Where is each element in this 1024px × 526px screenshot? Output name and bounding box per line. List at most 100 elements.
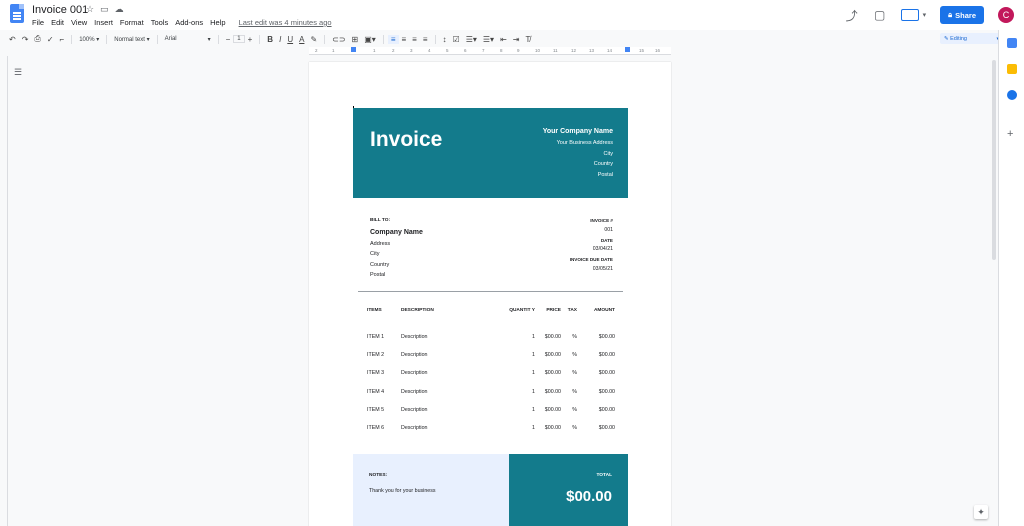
total-label: TOTAL [596,473,612,478]
col-tax: TAX [567,308,577,313]
decrease-font-icon[interactable]: − [223,35,234,44]
comment-icon[interactable]: ⊞ [349,35,362,44]
ruler-tick: 9 [517,48,520,53]
activity-icon[interactable]: ⤴ [845,7,859,24]
increase-indent-icon[interactable]: ⇥ [510,35,523,44]
document-outline-icon[interactable]: ☰ [14,67,24,77]
scrollbar-thumb[interactable] [992,60,996,260]
invoice-meta: INVOICE # 001 DATE 03/04/21 INVOICE DUE … [570,216,613,275]
checklist-icon[interactable]: ☑ [450,35,463,44]
line-spacing-icon[interactable]: ↕ [440,35,450,44]
print-icon[interactable]: ⎙ [31,34,43,44]
document-title[interactable]: Invoice 001 [32,4,88,16]
cell-quantity: 1 [532,388,535,395]
keep-icon[interactable] [1007,64,1017,74]
share-button[interactable]: 🔒︎ Share [940,6,984,24]
chevron-down-icon[interactable]: ▾ [923,11,927,19]
vertical-ruler[interactable] [0,56,8,526]
invoice-number: 001 [604,226,613,233]
menu-edit[interactable]: Edit [51,18,64,27]
zoom-value: 100% [79,36,95,43]
link-icon[interactable]: ⊂⊃ [329,35,348,44]
company-name: Your Company Name [542,128,613,135]
ruler-tick: 12 [571,48,577,53]
table-row: ITEM 5 Description 1 $00.00 % $00.00 [367,401,615,419]
invoice-due-date: 03/05/21 [592,265,613,272]
font-select[interactable]: Arial ▾ [162,36,214,43]
ruler-tick: 5 [446,48,449,53]
numbered-list-icon[interactable]: ☰▾ [480,35,497,44]
cell-tax: % [572,406,577,413]
cell-price: $00.00 [544,370,561,377]
spellcheck-icon[interactable]: ✓ [44,35,57,44]
folder-icon[interactable]: ▭ [100,4,109,15]
invoice-header-banner: Invoice Your Company Name Your Business … [353,108,628,198]
vertical-scrollbar[interactable] [992,56,996,526]
cell-item: ITEM 1 [367,334,385,341]
menu-format[interactable]: Format [120,18,144,27]
avatar[interactable]: C [998,7,1014,23]
bulleted-list-icon[interactable]: ☰▾ [463,35,480,44]
col-amount: AMOUNT [593,308,615,313]
redo-icon[interactable]: ↷ [19,35,32,44]
menu-help[interactable]: Help [210,18,225,27]
ruler-tick: 7 [482,48,485,53]
meet-present-icon[interactable] [900,9,919,21]
last-edit-link[interactable]: Last edit was 4 minutes ago [239,18,332,27]
style-select[interactable]: Normal text ▾ [111,36,152,43]
bill-to-label: BILL TO: [370,218,391,223]
justify-icon[interactable]: ≡ [420,35,431,44]
cell-tax: % [572,370,577,377]
menu-file[interactable]: File [32,18,44,27]
toolbar-divider [324,34,326,44]
tasks-icon[interactable] [1007,90,1017,100]
underline-icon[interactable]: U [284,35,296,44]
editing-mode-select[interactable]: ✎ Editing ▾ [940,33,1002,44]
menu-insert[interactable]: Insert [94,18,113,27]
ruler-tick: 11 [553,48,558,53]
side-panel: + [998,30,1024,526]
date-label: DATE [600,237,613,243]
cell-description: Description [401,370,428,377]
menu-view[interactable]: View [71,18,87,27]
cell-amount: $00.00 [598,334,615,341]
undo-icon[interactable]: ↶ [6,35,19,44]
italic-icon[interactable]: I [276,35,284,44]
cell-description: Description [401,352,428,359]
horizontal-ruler[interactable]: 2 1 1 2 3 4 5 6 7 8 9 10 11 12 13 14 15 … [309,47,671,55]
header-right: ⤴ ▢ ▾ 🔒︎ Share C [845,6,1014,24]
paint-format-icon[interactable]: ⌐ [57,35,68,44]
zoom-select[interactable]: 100% ▾ [76,36,102,43]
menu-addons[interactable]: Add-ons [175,18,203,27]
calendar-icon[interactable] [1007,38,1017,48]
cell-item: ITEM 5 [367,406,385,413]
document-page[interactable]: Invoice Your Company Name Your Business … [309,62,671,526]
font-size-input[interactable]: 1 [233,35,245,43]
cloud-icon[interactable]: ☁ [115,4,124,15]
table-row: ITEM 2 Description 1 $00.00 % $00.00 [367,346,615,364]
clear-formatting-icon[interactable]: T̸ [522,35,533,44]
align-right-icon[interactable]: ≡ [409,35,420,44]
explore-icon[interactable]: ✦ [974,505,988,519]
add-on-plus-icon[interactable]: + [1007,128,1013,140]
formatting-toolbar: ↶ ↷ ⎙ ✓ ⌐ 100% ▾ Normal text ▾ Arial ▾ −… [6,32,996,46]
indent-marker-right[interactable] [625,47,630,52]
col-items: ITEMS [367,308,382,313]
indent-marker-left[interactable] [351,47,356,52]
star-icon[interactable]: ☆ [86,4,94,15]
cell-tax: % [572,425,577,432]
increase-font-icon[interactable]: + [245,35,256,44]
bill-to-block: BILL TO: Company Name Address City Count… [370,216,423,281]
menu-tools[interactable]: Tools [151,18,169,27]
comments-icon[interactable]: ▢ [873,8,887,22]
client-country: Country [370,261,390,268]
align-left-icon[interactable]: ≡ [387,34,399,44]
bold-icon[interactable]: B [264,35,276,44]
image-icon[interactable]: ▣▾ [361,35,379,44]
align-center-icon[interactable]: ≡ [399,35,410,44]
table-row: ITEM 3 Description 1 $00.00 % $00.00 [367,364,615,382]
text-color-icon[interactable]: A [296,35,307,44]
docs-logo-icon[interactable] [10,4,24,23]
highlight-icon[interactable]: ✎ [307,35,320,44]
decrease-indent-icon[interactable]: ⇤ [497,35,510,44]
